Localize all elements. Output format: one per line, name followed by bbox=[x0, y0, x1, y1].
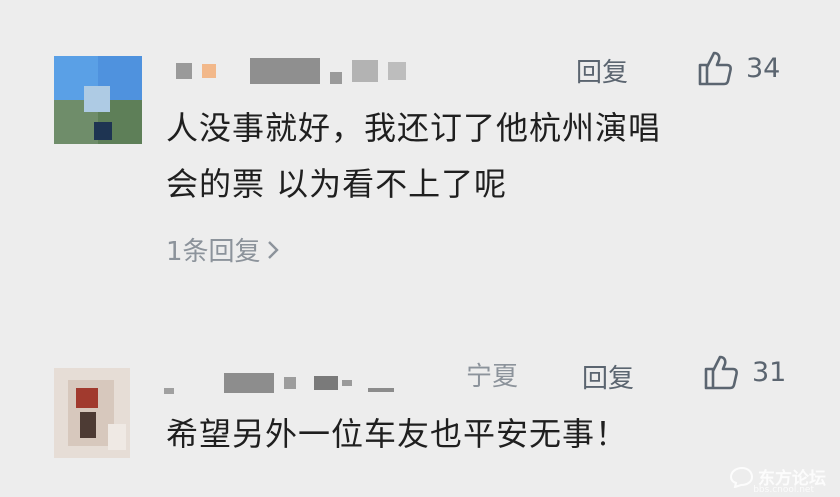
comment-item-2: 宁夏 回复 31 希望另外一位车友也平安无事！ bbox=[0, 300, 840, 497]
reply-button[interactable]: 回复 bbox=[582, 358, 634, 395]
comment-text-line-1: 人没事就好，我还订了他杭州演唱 bbox=[166, 109, 662, 147]
comment-item-1: 回复 34 人没事就好，我还订了他杭州演唱 会的票 以为看不上了呢 1条回复 bbox=[0, 0, 840, 300]
thumbs-up-icon bbox=[698, 51, 732, 86]
comment-text: 人没事就好，我还订了他杭州演唱 会的票 以为看不上了呢 bbox=[166, 100, 806, 212]
forum-logo-icon bbox=[729, 466, 754, 488]
reply-label: 回复 bbox=[582, 364, 635, 394]
reply-button[interactable]: 回复 bbox=[576, 52, 628, 89]
chevron-right-icon bbox=[267, 240, 279, 259]
replies-count-label: 1条回复 bbox=[166, 237, 261, 267]
watermark-url: bbs.cnool.net bbox=[753, 485, 814, 495]
view-replies-link[interactable]: 1条回复 bbox=[166, 231, 281, 268]
like-button[interactable]: 34 bbox=[694, 48, 780, 88]
comment-text-line-2: 会的票 以为看不上了呢 bbox=[166, 165, 508, 203]
like-button[interactable]: 31 bbox=[700, 352, 786, 392]
nickname-blurred[interactable] bbox=[176, 58, 416, 84]
nickname-blurred[interactable] bbox=[164, 372, 410, 394]
comment-text-line-1: 希望另外一位车友也平安无事！ bbox=[166, 415, 629, 453]
avatar[interactable] bbox=[54, 368, 130, 458]
comment-text: 希望另外一位车友也平安无事！ bbox=[166, 406, 806, 462]
thumbs-up-icon bbox=[704, 355, 738, 390]
comment-location: 宁夏 bbox=[466, 362, 519, 392]
avatar[interactable] bbox=[54, 56, 142, 144]
like-count: 31 bbox=[752, 356, 787, 388]
like-count: 34 bbox=[746, 52, 781, 84]
reply-label: 回复 bbox=[576, 58, 629, 88]
